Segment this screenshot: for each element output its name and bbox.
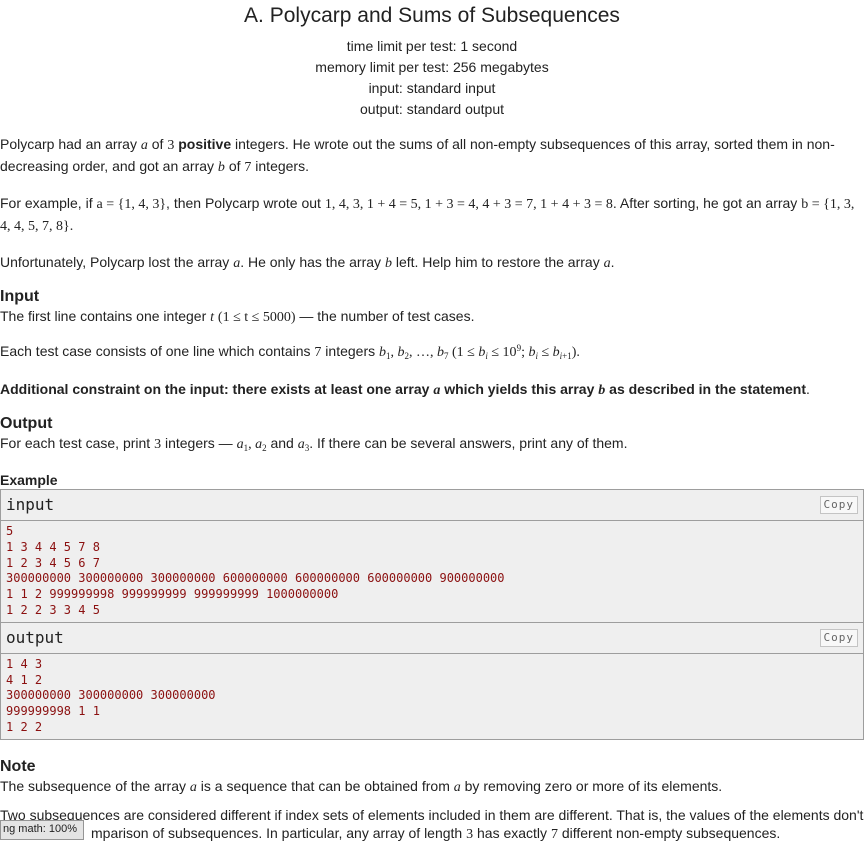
text: Polycarp had an array <box>0 136 137 152</box>
input-constraint: Additional constraint on the input: ther… <box>0 381 810 398</box>
output-label: output <box>6 627 64 647</box>
statement-paragraph-3: Unfortunately, Polycarp lost the array a… <box>0 254 615 271</box>
text: of <box>228 158 241 174</box>
output-content[interactable]: 1 4 34 1 2 300000000 300000000 300000000 9… <box>1 653 863 739</box>
text: For each test case, print <box>0 435 151 451</box>
text: Unfortunately, Polycarp lost the array <box>0 254 230 270</box>
math-example-a: a = {1, 4, 3} <box>96 197 167 212</box>
math-a3: a3 <box>297 437 310 453</box>
time-limit: time limit per test: 1 second <box>346 38 518 54</box>
statement-paragraph-1: Polycarp had an array a of 3 positive in… <box>0 134 864 178</box>
output-spec: output: standard output <box>360 101 504 117</box>
example-heading: Example <box>0 472 58 488</box>
statement: Polycarp had an array a of 3 positive in… <box>0 134 864 274</box>
note-section: Note The subsequence of the array a is a… <box>0 758 864 844</box>
problem-title: A. Polycarp and Sums of Subsequences <box>244 4 620 27</box>
bold-text: positive <box>178 136 232 152</box>
input-line: 1 2 3 4 5 6 7 <box>6 555 100 570</box>
copy-output-button[interactable]: Copy <box>819 628 858 647</box>
math-a1-a2: a1, a2 <box>236 437 267 453</box>
output-box-header: output Copy <box>1 622 863 654</box>
text: is a sequence that can be obtained from <box>200 777 450 794</box>
math-b: b <box>217 160 225 175</box>
text: — the number of test cases. <box>299 308 475 324</box>
math-b: b <box>384 256 392 271</box>
math-t-range: (1 ≤ t ≤ 5000) <box>217 310 296 325</box>
text: For example, if <box>0 195 93 211</box>
text: The first line contains one integer <box>0 308 207 324</box>
math-7: 7 <box>244 160 252 175</box>
memory-limit: memory limit per test: 256 megabytes <box>315 59 549 75</box>
text: integers <box>325 343 376 359</box>
input-content[interactable]: 51 3 4 4 5 7 81 2 3 4 5 6 7 300000000 300… <box>1 521 863 622</box>
input-section: Input The first line contains one intege… <box>0 288 864 401</box>
input-heading: Input <box>0 288 40 305</box>
output-line: 4 1 2 <box>6 672 43 687</box>
copy-input-button[interactable]: Copy <box>819 496 858 514</box>
input-line: 300000000 300000000 300000000 600000000 … <box>6 571 505 586</box>
bold-text: which yields this array <box>444 381 595 397</box>
text: . He only has the array <box>240 254 382 270</box>
text: different non-empty subsequences. <box>561 824 781 841</box>
math-a: a <box>453 779 461 795</box>
math-b: b <box>598 383 606 398</box>
math-t: t <box>210 310 215 325</box>
text: The subsequence of the array <box>0 777 187 794</box>
math-example-sums: 1, 4, 3, 1 + 4 = 5, 1 + 3 = 4, 4 + 3 = 7… <box>324 197 613 212</box>
math-7: 7 <box>550 826 558 842</box>
math-3: 3 <box>167 138 175 153</box>
note-heading: Note <box>0 757 36 775</box>
math-a: a <box>433 383 441 398</box>
text: integers. <box>255 158 309 174</box>
input-box-header: input Copy <box>1 490 863 521</box>
output-line: 1 4 3 <box>6 656 43 671</box>
text: , then Polycarp wrote out <box>166 195 321 211</box>
text: by removing zero or more of its elements… <box>464 777 723 794</box>
math-a: a <box>603 256 611 271</box>
math-status-badge[interactable]: ng math: 100% <box>0 820 84 840</box>
note-line-2: Two subsequences are considered differen… <box>0 806 864 844</box>
input-line: 5 <box>6 524 14 538</box>
math-b-sequence: b1, b2, …, b7 (1 ≤ bi ≤ 109; bi ≤ bi+1). <box>379 343 580 361</box>
text: and <box>270 435 294 451</box>
input-line-1: The first line contains one integer t (1… <box>0 306 864 328</box>
text: left. Help him to restore the array <box>395 254 600 270</box>
math-a: a <box>140 138 148 153</box>
statement-paragraph-2: For example, if a = {1, 4, 3}, then Poly… <box>0 193 864 237</box>
input-line: 1 1 2 999999998 999999999 999999999 1000… <box>6 587 339 602</box>
output-line: 999999998 1 1 <box>6 704 100 719</box>
input-line: 1 2 2 3 3 4 5 <box>6 602 100 617</box>
input-line-2: Each test case consists of one line whic… <box>0 341 864 363</box>
input-box: input Copy 51 3 4 4 5 7 81 2 3 4 5 6 7 30… <box>0 489 864 623</box>
output-line: 300000000 300000000 300000000 <box>6 688 216 703</box>
output-line: For each test case, print 3 integers — a… <box>0 433 864 455</box>
limits: time limit per test: 1 second memory lim… <box>0 36 864 120</box>
note-line-1: The subsequence of the array a is a sequ… <box>0 776 864 798</box>
text: integers — <box>164 435 233 451</box>
bold-text: as described in the statement <box>609 381 806 397</box>
output-heading: Output <box>0 415 53 432</box>
input-spec: input: standard input <box>368 80 496 96</box>
input-label: input <box>6 495 55 514</box>
text: has exactly <box>477 824 548 841</box>
output-line: 1 2 2 <box>6 719 43 734</box>
bold-text: Additional constraint on the input: ther… <box>0 381 430 397</box>
input-line: 1 3 4 4 5 7 8 <box>6 539 100 554</box>
math-3: 3 <box>154 437 162 452</box>
output-box: output Copy 1 4 34 1 2 300000000 30000000… <box>0 622 864 740</box>
text: Two subsequences are considered differen… <box>0 806 864 823</box>
text: of <box>151 136 164 152</box>
math-3: 3 <box>466 826 474 842</box>
example-section: Example input Copy 51 3 4 4 5 7 81 2 3 4… <box>0 471 864 740</box>
text: . After sorting, he got an array <box>612 195 798 211</box>
math-7: 7 <box>314 345 322 360</box>
output-section: Output For each test case, print 3 integ… <box>0 415 864 455</box>
text: Each test case consists of one line whic… <box>0 343 311 359</box>
text: . If there can be several answers, print… <box>309 435 628 451</box>
math-a: a <box>189 779 197 795</box>
